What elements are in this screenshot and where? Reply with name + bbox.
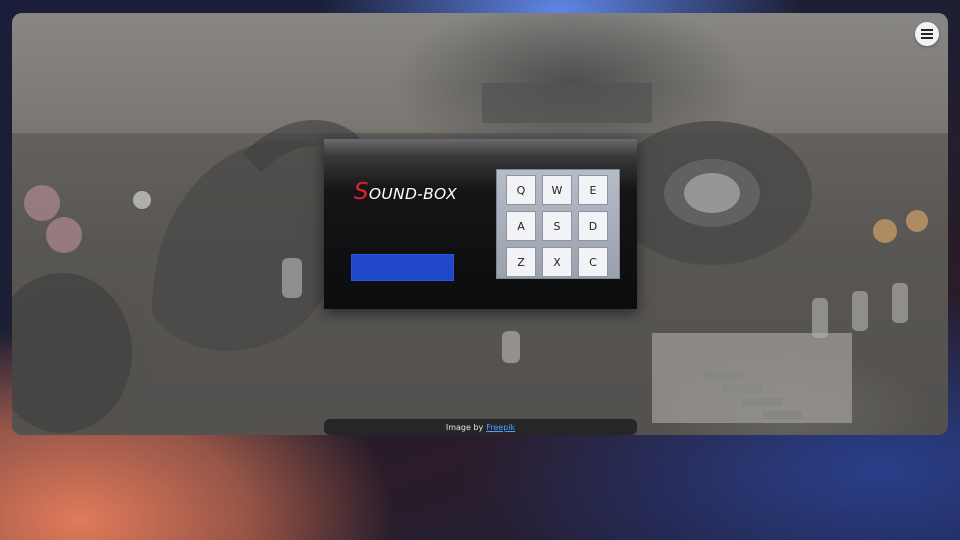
drum-pad-z[interactable]: Z bbox=[506, 247, 536, 277]
freepik-link[interactable]: Freepik bbox=[486, 423, 515, 432]
hamburger-menu-icon bbox=[921, 30, 933, 38]
drum-pad-x[interactable]: X bbox=[542, 247, 572, 277]
credit-prefix: Image by bbox=[445, 422, 484, 432]
drum-pad-d[interactable]: D bbox=[578, 211, 608, 241]
menu-button[interactable] bbox=[915, 22, 939, 46]
title-rest: OUND-BOX bbox=[368, 185, 458, 203]
image-credit-bar: Image by Freepik bbox=[324, 419, 637, 435]
title-first-letter: S bbox=[354, 179, 369, 205]
sound-box-title: SOUND-BOX bbox=[354, 179, 457, 205]
sound-box-panel: SOUND-BOX Q W E A S D Z X C bbox=[324, 139, 637, 309]
sound-display-bar bbox=[351, 254, 454, 281]
drum-pad-a[interactable]: A bbox=[506, 211, 536, 241]
drum-pad-q[interactable]: Q bbox=[506, 175, 536, 205]
drum-pad-e[interactable]: E bbox=[578, 175, 608, 205]
drum-pad-grid: Q W E A S D Z X C bbox=[496, 169, 620, 279]
drum-pad-c[interactable]: C bbox=[578, 247, 608, 277]
drum-pad-w[interactable]: W bbox=[542, 175, 572, 205]
drum-pad-s[interactable]: S bbox=[542, 211, 572, 241]
